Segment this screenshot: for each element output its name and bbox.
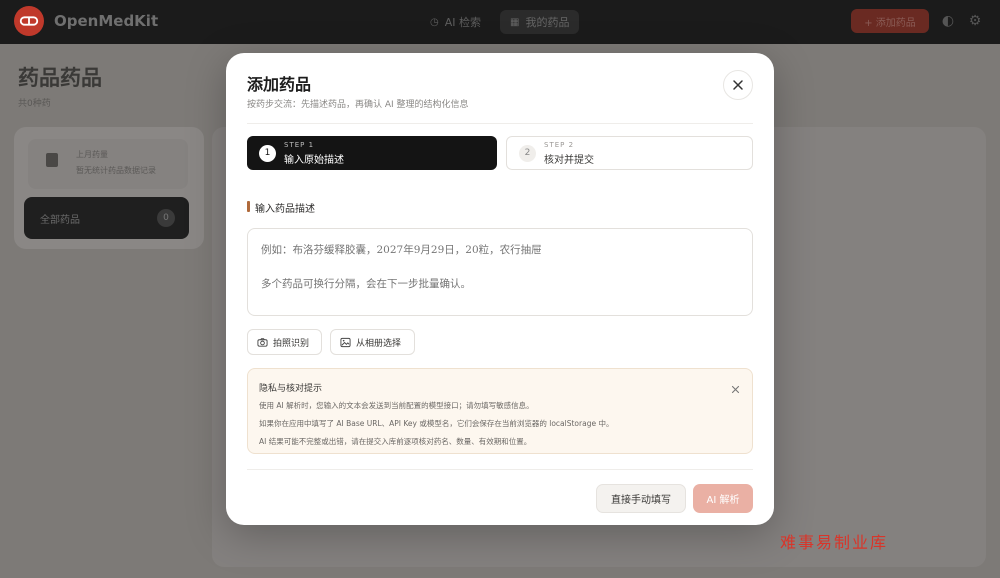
sidebar-item-all-medicines[interactable]: 全部药品 0: [24, 197, 189, 239]
nav-tab-label: 我的药品: [525, 16, 570, 29]
step-key: STEP 2: [544, 140, 575, 149]
section-label: 输入药品描述: [255, 204, 315, 215]
grid-icon: ▦: [510, 16, 520, 28]
nav-tab-ai-search[interactable]: ◷ AI 检索: [420, 10, 491, 34]
section-accent-bar: [247, 201, 250, 212]
clock-icon: ◷: [430, 16, 439, 28]
step-label: 输入原始描述: [284, 154, 344, 166]
ai-parse-button[interactable]: AI 解析: [693, 484, 753, 513]
stat-desc: 暂无统计药品数据记录: [76, 166, 156, 175]
nav-tab-label: AI 检索: [444, 16, 481, 29]
privacy-notice: 隐私与核对提示 使用 AI 解析时，您输入的文本会发送到当前配置的模型接口；请勿…: [247, 368, 753, 454]
nav-tab-my-medicines[interactable]: ▦ 我的药品: [500, 10, 580, 34]
step-number: 1: [259, 144, 276, 162]
app-name: OpenMedKit: [54, 12, 159, 30]
select-from-album-button[interactable]: 从相册选择: [330, 329, 415, 355]
close-button[interactable]: [723, 70, 753, 100]
watermark-text: 难事易制业库: [780, 533, 889, 552]
box-icon: [46, 153, 58, 167]
button-label: 从相册选择: [356, 338, 402, 349]
close-icon: [731, 385, 740, 394]
step-label: 核对并提交: [544, 154, 594, 166]
camera-icon: [257, 337, 268, 347]
button-label: 拍照识别: [273, 338, 310, 349]
sidebar-card: 上月药量 暂无统计药品数据记录 全部药品 0: [14, 127, 204, 249]
notice-line: 使用 AI 解析时，您输入的文本会发送到当前配置的模型接口；请勿填写敏感信息。: [259, 401, 534, 410]
add-medicine-modal: 添加药品 按药步交流：先描述药品，再确认 AI 整理的结构化信息 1 STEP …: [226, 53, 774, 525]
notice-line: AI 结果可能不完整或出错，请在提交入库前逐项核对药名、数量、有效期和位置。: [259, 437, 532, 446]
sidebar-item-label: 全部药品: [40, 215, 80, 226]
dismiss-notice-button[interactable]: [731, 379, 743, 394]
step-number: 2: [519, 144, 536, 162]
modal-title: 添加药品: [247, 75, 312, 94]
medicine-description-input[interactable]: [247, 228, 753, 316]
settings-gear-icon[interactable]: ⚙: [966, 12, 984, 30]
notice-line: 如果你在应用中填写了 AI Base URL、API Key 或模型名，它们会保…: [259, 419, 614, 428]
modal-subtitle: 按药步交流：先描述药品，再确认 AI 整理的结构化信息: [247, 100, 469, 110]
add-medicine-top-button[interactable]: + 添加药品: [851, 9, 929, 33]
page-title: 药品药品: [18, 65, 102, 90]
step-2-tab[interactable]: 2 STEP 2 核对并提交: [506, 136, 753, 170]
count-badge: 0: [157, 209, 175, 227]
notice-title: 隐私与核对提示: [259, 384, 323, 394]
top-navigation-bar: OpenMedKit ◷ AI 检索 ▦ 我的药品 + 添加药品 ◐ ⚙: [0, 0, 1000, 44]
step-key: STEP 1: [284, 140, 315, 149]
divider: [247, 123, 753, 124]
sidebar-stat-row[interactable]: 上月药量 暂无统计药品数据记录: [28, 139, 188, 189]
manual-fill-button[interactable]: 直接手动填写: [596, 484, 686, 513]
stat-label: 上月药量: [76, 150, 108, 159]
theme-toggle-icon[interactable]: ◐: [939, 12, 957, 30]
image-icon: [340, 337, 351, 347]
app-logo[interactable]: [14, 6, 44, 36]
photo-recognize-button[interactable]: 拍照识别: [247, 329, 322, 355]
step-1-tab[interactable]: 1 STEP 1 输入原始描述: [247, 136, 497, 170]
pill-logo-icon: [19, 16, 39, 26]
divider: [247, 469, 753, 470]
page-subtitle: 共0种药: [18, 99, 51, 109]
close-icon: [733, 80, 743, 90]
